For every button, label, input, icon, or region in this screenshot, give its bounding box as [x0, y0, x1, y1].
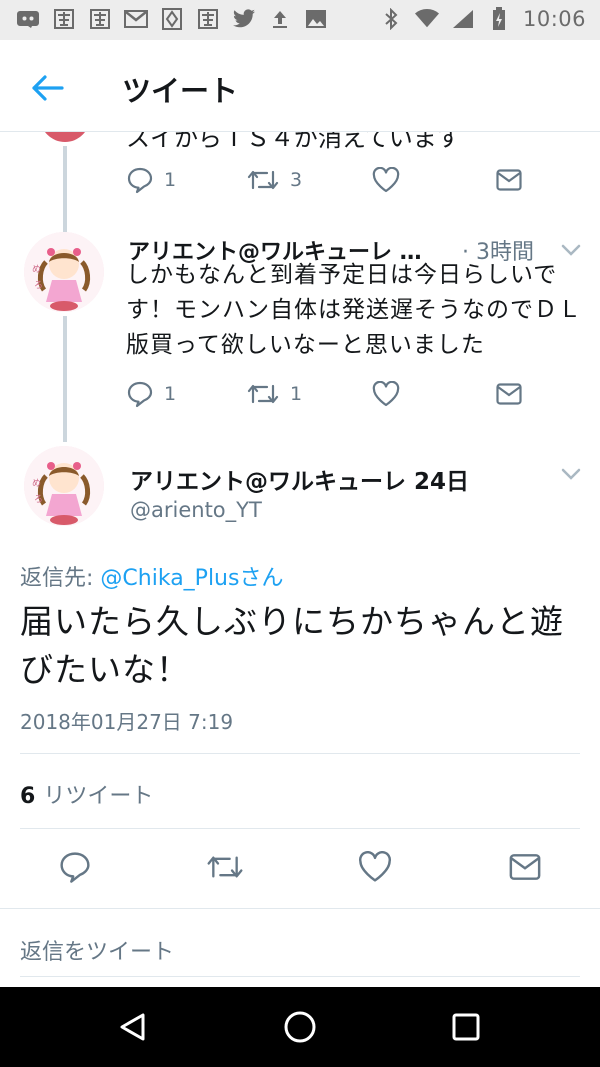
app-header: ツイート [0, 40, 600, 132]
battery-charging-icon [487, 7, 511, 31]
retweet-button[interactable]: 3 [246, 164, 302, 196]
bluetooth-icon [379, 7, 403, 31]
back-button[interactable] [30, 70, 66, 106]
nav-recents-button[interactable] [446, 1007, 486, 1047]
envelope-icon [496, 169, 522, 191]
gmail-icon [124, 7, 148, 31]
reply-button[interactable] [55, 847, 95, 887]
tweet-actions: 1 3 [126, 164, 526, 196]
square-recents-icon [452, 1013, 480, 1041]
wifi-icon [414, 7, 439, 31]
status-bar: 10:06 [0, 0, 600, 40]
reply-to-link[interactable]: @Chika_Plusさん [100, 566, 283, 591]
heart-icon [372, 381, 400, 407]
chevron-down-icon[interactable] [560, 242, 582, 258]
reply-count: 1 [164, 383, 177, 405]
nav-home-button[interactable] [280, 1007, 320, 1047]
heart-icon [359, 851, 391, 882]
upload-icon [268, 7, 292, 31]
retweet-button[interactable] [205, 847, 245, 887]
like-button[interactable] [355, 847, 395, 887]
retweet-total: 6 [20, 784, 36, 809]
reply-to-line: 返信先: @Chika_Plusさん [20, 560, 283, 592]
reply-button[interactable]: 1 [126, 378, 176, 410]
retweet-button[interactable]: 1 [246, 378, 302, 410]
svg-text:め: め [32, 478, 41, 489]
svg-text:ろ: ろ [34, 280, 43, 291]
reply-input[interactable]: 返信をツイート [20, 934, 174, 966]
heart-icon [372, 167, 400, 193]
retweet-stats[interactable]: 6 リツイート [20, 778, 153, 810]
svg-text:め: め [32, 264, 41, 275]
dm-button[interactable] [505, 847, 545, 887]
nav-back-button[interactable] [113, 1007, 153, 1047]
tweet-actions: 1 1 [126, 378, 526, 410]
tweet-timestamp: 2018年01月27日 7:19 [20, 710, 234, 734]
tweet-text: スイからＴＳ４が消えています [126, 132, 461, 152]
retweet-count: 1 [290, 383, 303, 405]
image-icon [304, 7, 328, 31]
page-title: ツイート [122, 74, 239, 108]
tweet-text: しかもなんと到着予定日は今日らしいです！モンハン自体は発送遅そうなのでＤＬ版買っ… [126, 262, 582, 358]
reply-button[interactable]: 1 [126, 164, 176, 196]
divider [20, 828, 580, 829]
chevron-down-icon[interactable] [560, 466, 582, 482]
kanji-notification-icon [196, 7, 220, 31]
envelope-icon [509, 854, 541, 880]
kanji-notification-icon [52, 7, 76, 31]
signal-icon [451, 7, 475, 31]
tweet-thread[interactable]: スイからＴＳ４が消えています 1 3 めろ アリエント@ワルキューレ … · 3… [0, 132, 600, 987]
avatar[interactable]: めろ [24, 446, 104, 526]
character-avatar-icon: めろ [24, 232, 104, 312]
pattern-icon [160, 7, 184, 31]
character-avatar-icon: めろ [24, 446, 104, 526]
like-button[interactable] [372, 378, 400, 410]
author-handle[interactable]: @ariento_YT [130, 498, 262, 522]
divider [20, 753, 580, 754]
avatar[interactable] [40, 132, 90, 142]
divider [0, 908, 600, 909]
kanji-notification-icon [88, 7, 112, 31]
android-nav-bar [0, 987, 600, 1067]
retweet-icon [247, 170, 279, 190]
dm-button[interactable] [496, 164, 522, 196]
circle-home-icon [284, 1011, 316, 1043]
svg-text:ろ: ろ [34, 494, 43, 505]
reply-icon [127, 167, 153, 194]
author-name[interactable]: アリエント@ワルキューレ 24日 [130, 462, 469, 496]
clock: 10:06 [522, 7, 586, 31]
envelope-icon [496, 383, 522, 405]
retweet-stats-label: リツイート [43, 784, 154, 809]
twitter-bird-icon [232, 7, 256, 31]
reply-count: 1 [164, 169, 177, 191]
retweet-icon [207, 856, 243, 878]
discord-icon [16, 7, 40, 31]
triangle-back-icon [120, 1013, 145, 1041]
system-icons: 10:06 [379, 7, 586, 31]
avatar[interactable]: めろ [24, 232, 104, 312]
reply-input-underline [20, 976, 580, 977]
thread-line [63, 146, 67, 232]
main-tweet-actions [0, 847, 600, 887]
tweet-text: 届いたら久しぶりにちかちゃんと遊びたいな！ [20, 602, 564, 689]
dm-button[interactable] [496, 378, 522, 410]
notification-icons [16, 7, 328, 31]
reply-icon [60, 852, 90, 883]
reply-icon [127, 381, 153, 408]
retweet-icon [247, 384, 279, 404]
reply-to-label: 返信先: [20, 566, 94, 591]
like-button[interactable] [372, 164, 400, 196]
back-arrow-icon [32, 75, 64, 101]
retweet-count: 3 [290, 169, 303, 191]
thread-line [63, 316, 67, 442]
